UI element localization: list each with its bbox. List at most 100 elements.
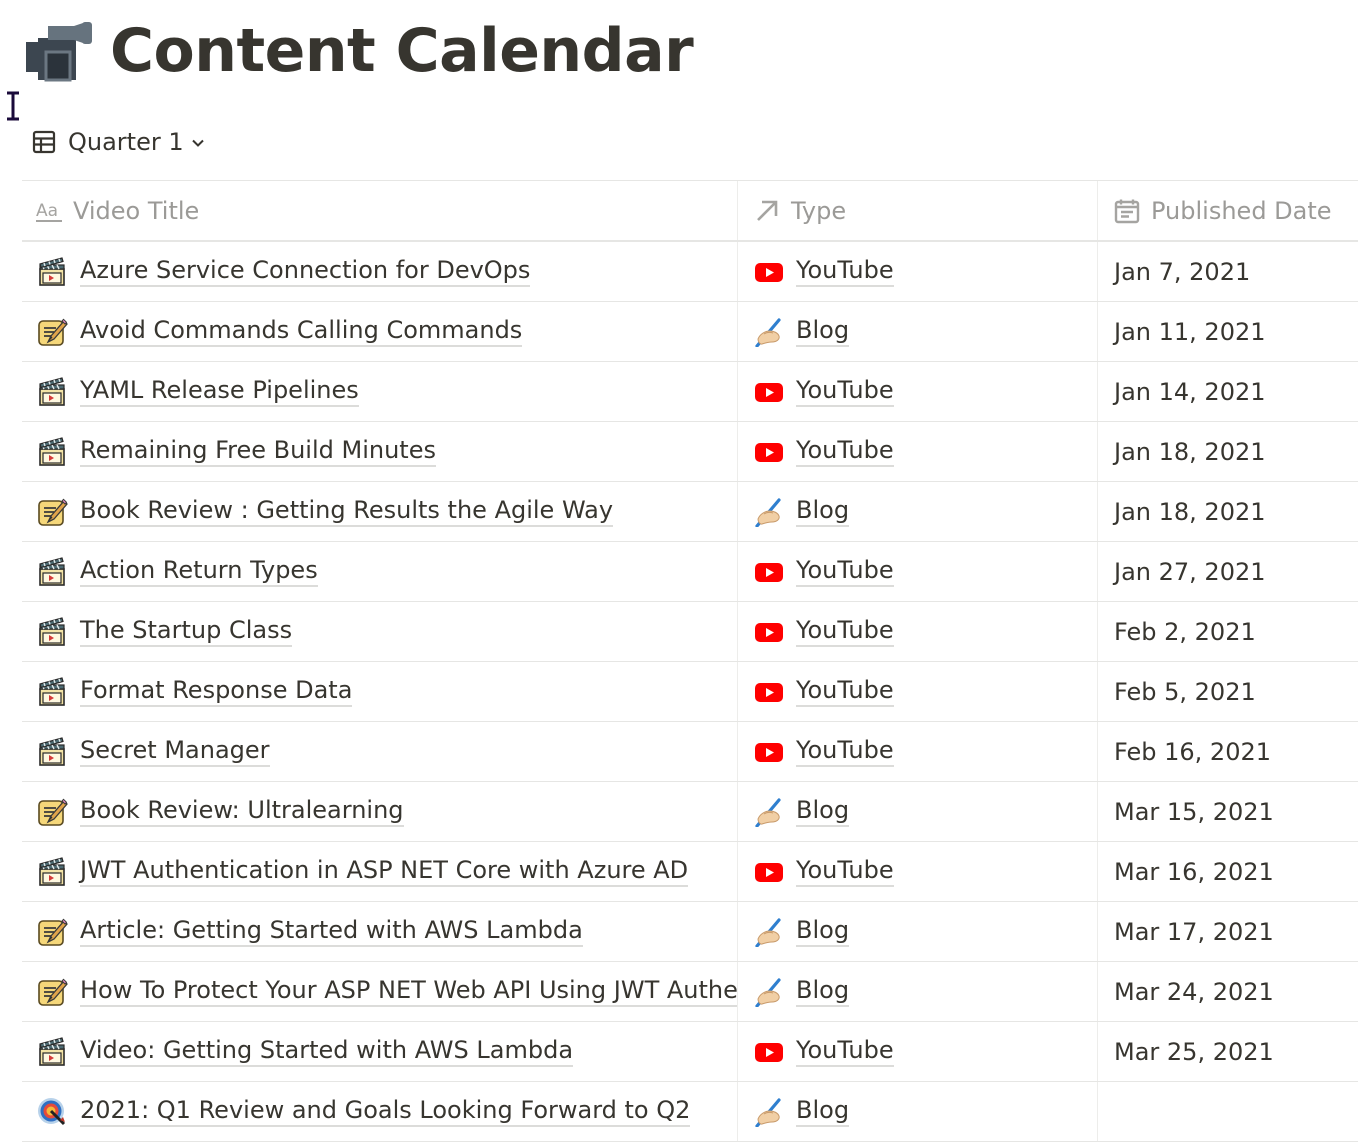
memo-pencil-icon[interactable]	[36, 796, 68, 828]
column-header-published-date[interactable]: Published Date	[1098, 181, 1358, 240]
clapper-board-icon[interactable]	[36, 1036, 68, 1068]
type-cell[interactable]: YouTube	[738, 602, 1098, 661]
type-cell[interactable]: YouTube	[738, 842, 1098, 901]
video-title-link[interactable]: YAML Release Pipelines	[80, 376, 359, 407]
type-link[interactable]: Blog	[796, 916, 850, 947]
published-date-cell[interactable]: Feb 2, 2021	[1098, 602, 1358, 661]
table-row[interactable]: How To Protect Your ASP NET Web API Usin…	[22, 962, 1358, 1022]
table-row[interactable]: Book Review : Getting Results the Agile …	[22, 482, 1358, 542]
video-title-link[interactable]: 2021: Q1 Review and Goals Looking Forwar…	[80, 1096, 691, 1127]
type-link[interactable]: YouTube	[796, 676, 894, 707]
table-row[interactable]: YAML Release Pipelines YouTube Jan 14, 20…	[22, 362, 1358, 422]
movie-camera-icon[interactable]	[24, 20, 96, 82]
video-title-link[interactable]: Avoid Commands Calling Commands	[80, 316, 523, 347]
table-row[interactable]: Article: Getting Started with AWS Lambda…	[22, 902, 1358, 962]
type-link[interactable]: Blog	[796, 976, 850, 1007]
type-link[interactable]: YouTube	[796, 616, 894, 647]
type-link[interactable]: Blog	[796, 796, 850, 827]
video-title-cell[interactable]: JWT Authentication in ASP NET Core with …	[22, 842, 738, 901]
memo-pencil-icon[interactable]	[36, 496, 68, 528]
published-date-cell[interactable]: Jan 11, 2021	[1098, 302, 1358, 361]
video-title-cell[interactable]: The Startup Class	[22, 602, 738, 661]
type-link[interactable]: YouTube	[796, 556, 894, 587]
type-cell[interactable]: Blog	[738, 902, 1098, 961]
column-header-video-title[interactable]: Aa Video Title	[22, 181, 738, 240]
clapper-board-icon[interactable]	[36, 856, 68, 888]
published-date-cell[interactable]: Jan 14, 2021	[1098, 362, 1358, 421]
type-link[interactable]: YouTube	[796, 376, 894, 407]
type-cell[interactable]: YouTube	[738, 722, 1098, 781]
published-date-cell[interactable]: Mar 17, 2021	[1098, 902, 1358, 961]
published-date-cell[interactable]: Mar 16, 2021	[1098, 842, 1358, 901]
type-link[interactable]: YouTube	[796, 436, 894, 467]
type-cell[interactable]: YouTube	[738, 662, 1098, 721]
video-title-link[interactable]: The Startup Class	[80, 616, 293, 647]
published-date-cell[interactable]: Mar 25, 2021	[1098, 1022, 1358, 1081]
video-title-cell[interactable]: Book Review : Getting Results the Agile …	[22, 482, 738, 541]
video-title-link[interactable]: Azure Service Connection for DevOps	[80, 256, 531, 287]
video-title-cell[interactable]: Avoid Commands Calling Commands	[22, 302, 738, 361]
type-link[interactable]: YouTube	[796, 856, 894, 887]
type-cell[interactable]: Blog	[738, 782, 1098, 841]
type-cell[interactable]: YouTube	[738, 242, 1098, 301]
video-title-cell[interactable]: Secret Manager	[22, 722, 738, 781]
clapper-board-icon[interactable]	[36, 556, 68, 588]
type-link[interactable]: YouTube	[796, 1036, 894, 1067]
table-row[interactable]: Book Review: Ultralearning Blog Mar 15, 2…	[22, 782, 1358, 842]
video-title-link[interactable]: How To Protect Your ASP NET Web API Usin…	[80, 976, 737, 1007]
type-cell[interactable]: Blog	[738, 482, 1098, 541]
direct-hit-target-icon[interactable]	[36, 1096, 68, 1128]
published-date-cell[interactable]: Mar 24, 2021	[1098, 962, 1358, 1021]
published-date-cell[interactable]: Jan 18, 2021	[1098, 422, 1358, 481]
memo-pencil-icon[interactable]	[36, 316, 68, 348]
table-row[interactable]: JWT Authentication in ASP NET Core with …	[22, 842, 1358, 902]
view-selector[interactable]: Quarter 1	[32, 124, 206, 160]
video-title-cell[interactable]: Format Response Data	[22, 662, 738, 721]
published-date-cell[interactable]: Feb 16, 2021	[1098, 722, 1358, 781]
table-row[interactable]: Format Response Data YouTube Feb 5, 2021	[22, 662, 1358, 722]
clapper-board-icon[interactable]	[36, 616, 68, 648]
type-link[interactable]: YouTube	[796, 256, 894, 287]
video-title-link[interactable]: Remaining Free Build Minutes	[80, 436, 436, 467]
video-title-link[interactable]: Secret Manager	[80, 736, 270, 767]
chevron-down-icon[interactable]	[190, 135, 206, 151]
published-date-cell[interactable]: Jan 7, 2021	[1098, 242, 1358, 301]
video-title-link[interactable]: JWT Authentication in ASP NET Core with …	[80, 856, 689, 887]
table-row[interactable]: Azure Service Connection for DevOps YouT…	[22, 242, 1358, 302]
clapper-board-icon[interactable]	[36, 676, 68, 708]
video-title-link[interactable]: Format Response Data	[80, 676, 353, 707]
video-title-cell[interactable]: Remaining Free Build Minutes	[22, 422, 738, 481]
type-link[interactable]: Blog	[796, 316, 850, 347]
clapper-board-icon[interactable]	[36, 256, 68, 288]
published-date-cell[interactable]: Jan 18, 2021	[1098, 482, 1358, 541]
table-row[interactable]: Remaining Free Build Minutes YouTube Jan …	[22, 422, 1358, 482]
video-title-link[interactable]: Video: Getting Started with AWS Lambda	[80, 1036, 574, 1067]
video-title-cell[interactable]: 2021: Q1 Review and Goals Looking Forwar…	[22, 1082, 738, 1141]
type-cell[interactable]: Blog	[738, 1082, 1098, 1141]
type-link[interactable]: Blog	[796, 496, 850, 527]
table-row[interactable]: The Startup Class YouTube Feb 2, 2021	[22, 602, 1358, 662]
video-title-cell[interactable]: Book Review: Ultralearning	[22, 782, 738, 841]
clapper-board-icon[interactable]	[36, 436, 68, 468]
memo-pencil-icon[interactable]	[36, 976, 68, 1008]
published-date-cell[interactable]: Mar 15, 2021	[1098, 782, 1358, 841]
video-title-link[interactable]: Book Review: Ultralearning	[80, 796, 404, 827]
published-date-cell[interactable]: Jan 27, 2021	[1098, 542, 1358, 601]
memo-pencil-icon[interactable]	[36, 916, 68, 948]
table-row[interactable]: Video: Getting Started with AWS Lambda Y…	[22, 1022, 1358, 1082]
video-title-cell[interactable]: Azure Service Connection for DevOps	[22, 242, 738, 301]
column-header-type[interactable]: Type	[738, 181, 1098, 240]
type-cell[interactable]: YouTube	[738, 542, 1098, 601]
table-row[interactable]: Action Return Types YouTube Jan 27, 2021	[22, 542, 1358, 602]
clapper-board-icon[interactable]	[36, 736, 68, 768]
video-title-cell[interactable]: YAML Release Pipelines	[22, 362, 738, 421]
table-row[interactable]: 2021: Q1 Review and Goals Looking Forwar…	[22, 1082, 1358, 1142]
video-title-cell[interactable]: Article: Getting Started with AWS Lambda	[22, 902, 738, 961]
video-title-link[interactable]: Book Review : Getting Results the Agile …	[80, 496, 614, 527]
published-date-cell[interactable]	[1098, 1082, 1358, 1141]
video-title-cell[interactable]: Video: Getting Started with AWS Lambda	[22, 1022, 738, 1081]
type-cell[interactable]: YouTube	[738, 362, 1098, 421]
video-title-link[interactable]: Article: Getting Started with AWS Lambda	[80, 916, 583, 947]
type-link[interactable]: YouTube	[796, 736, 894, 767]
table-row[interactable]: Avoid Commands Calling Commands Blog Jan …	[22, 302, 1358, 362]
